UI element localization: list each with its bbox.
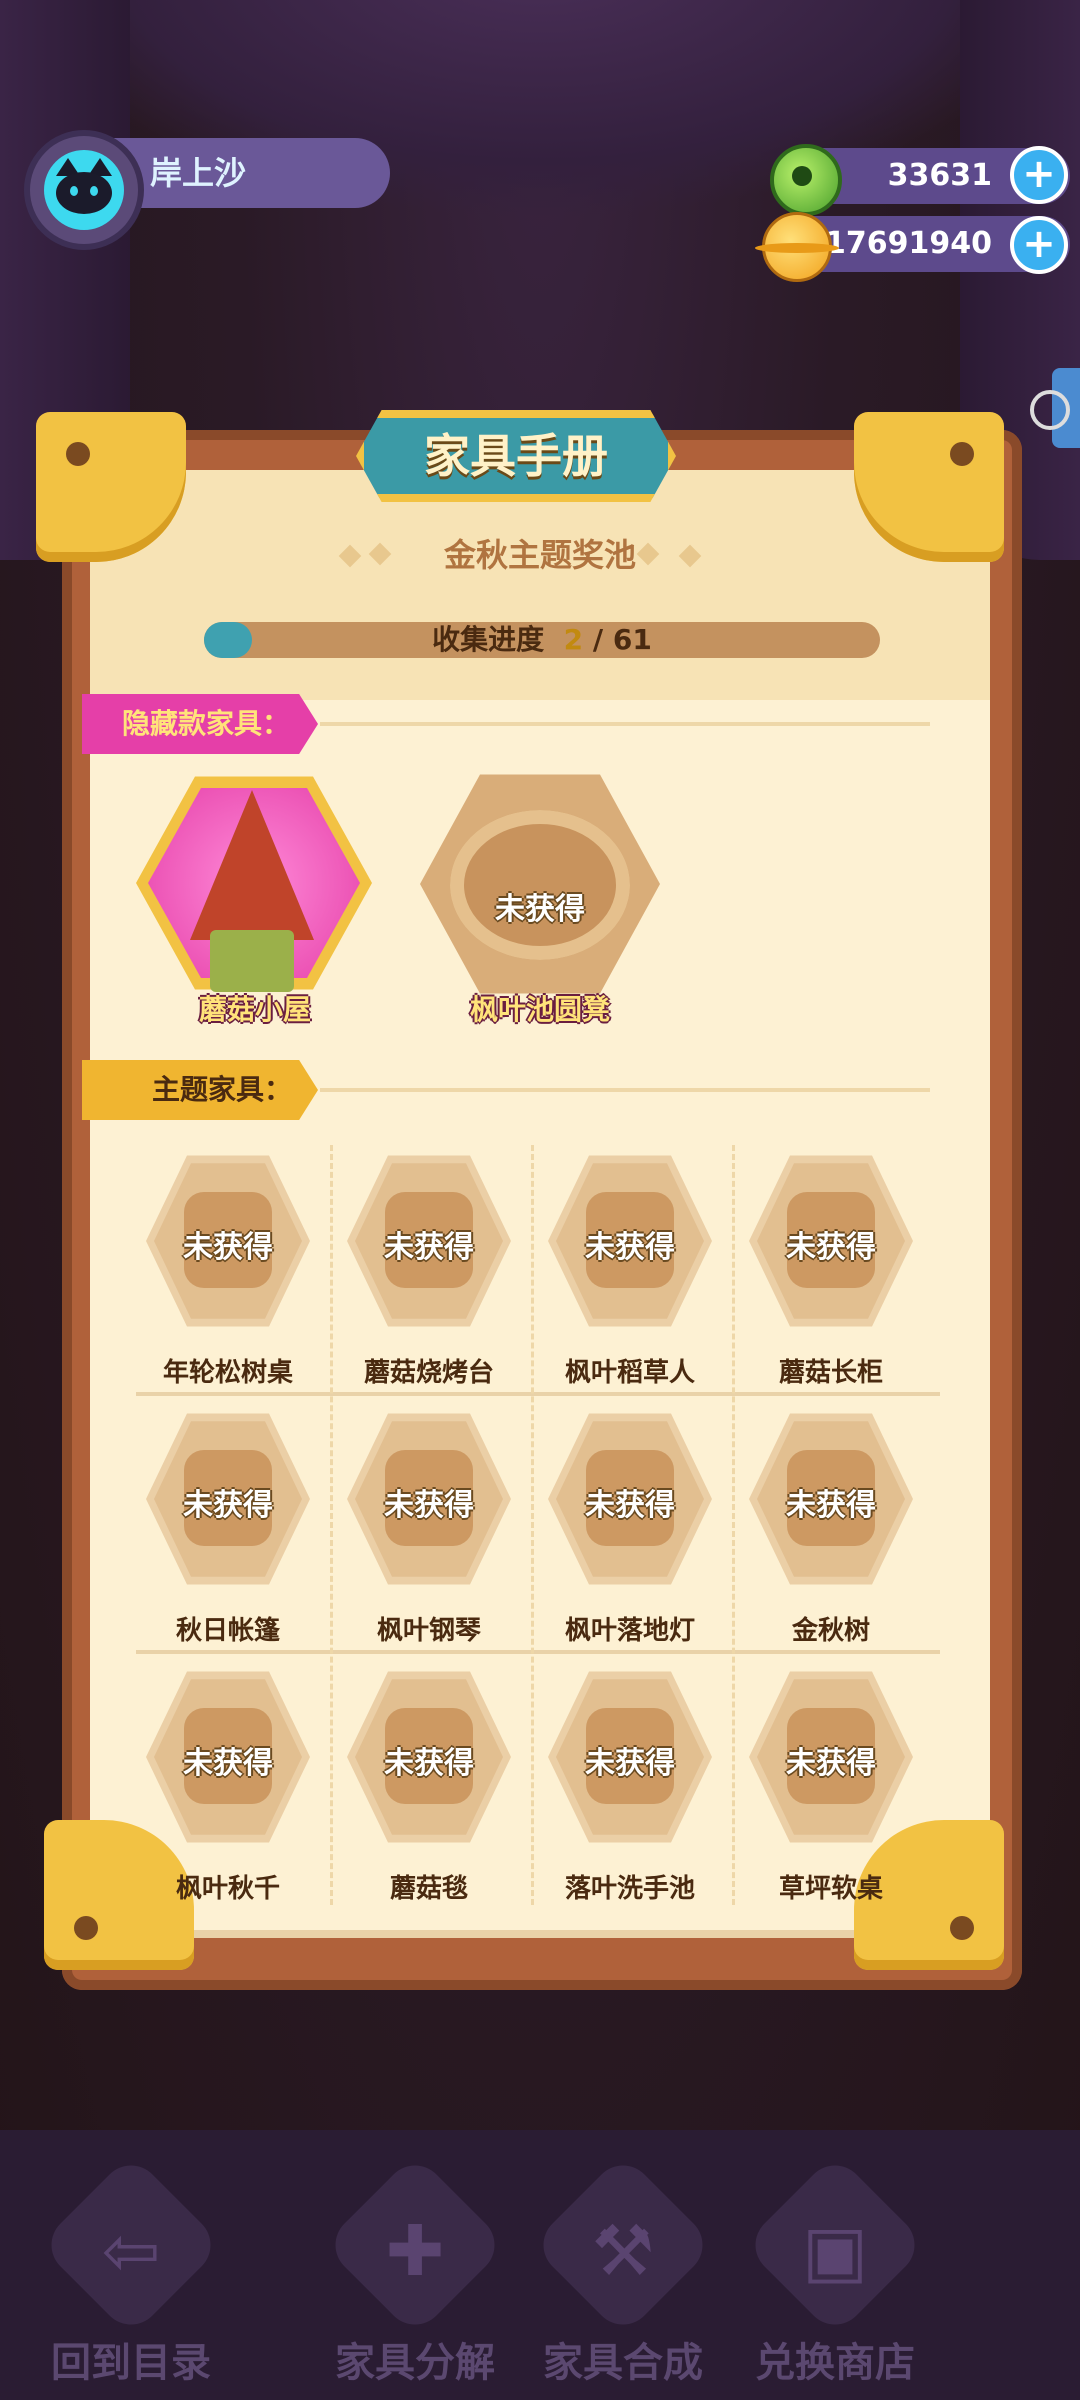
- column-divider: [330, 1145, 333, 1905]
- theme-section-label: 主题家具：: [82, 1060, 318, 1120]
- progress-label: 收集进度 2 / 61: [432, 623, 652, 656]
- section-divider: [320, 722, 930, 726]
- furniture-item[interactable]: 未获得 年轮松树桌: [126, 1152, 326, 1402]
- green-donut-coin-icon: [770, 144, 842, 216]
- cat-avatar-icon: [44, 150, 124, 230]
- furniture-name: 枫叶秋千: [175, 1874, 280, 1904]
- furniture-name: 枫叶落地灯: [564, 1616, 695, 1646]
- furniture-name: 枫叶钢琴: [376, 1616, 481, 1646]
- mushroom-house-icon: [190, 790, 314, 940]
- book-page-header: [90, 470, 990, 700]
- furniture-name: 草坪软桌: [778, 1874, 883, 1904]
- back-to-catalog-button[interactable]: ⇦ 回到目录: [36, 2153, 226, 2390]
- player-name: 岸上沙: [110, 138, 390, 208]
- furniture-item[interactable]: 未获得 金秋树: [729, 1410, 929, 1660]
- column-divider: [732, 1145, 735, 1905]
- row-divider: [136, 1650, 940, 1654]
- add-green-currency-button[interactable]: +: [1010, 146, 1068, 204]
- furniture-name: 蘑菇毯: [389, 1874, 468, 1904]
- exchange-shop-button[interactable]: ▣ 兑换商店: [740, 2153, 930, 2390]
- furniture-item[interactable]: 未获得 枫叶落地灯: [528, 1410, 728, 1660]
- furniture-name: 秋日帐篷: [175, 1616, 280, 1646]
- furniture-name: 蘑菇烧烤台: [363, 1358, 494, 1388]
- furniture-item[interactable]: 未获得 草坪软桌: [729, 1668, 929, 1918]
- furniture-item[interactable]: 未获得 蘑菇长柜: [729, 1152, 929, 1402]
- gift-icon: ▣: [801, 2210, 869, 2292]
- furniture-name: 落叶洗手池: [564, 1874, 695, 1904]
- puzzle-icon: ✚: [385, 2210, 445, 2292]
- hidden-section-label: 隐藏款家具：: [82, 694, 318, 754]
- furniture-item[interactable]: 未获得 秋日帐篷: [126, 1410, 326, 1660]
- furniture-item[interactable]: 未获得 蘑菇烧烤台: [327, 1152, 527, 1402]
- furniture-name: 蘑菇长柜: [778, 1358, 883, 1388]
- column-divider: [531, 1145, 534, 1905]
- furniture-item[interactable]: 未获得 蘑菇毯: [327, 1668, 527, 1918]
- furniture-item[interactable]: 未获得 枫叶秋千: [126, 1668, 326, 1918]
- furniture-name: 年轮松树桌: [162, 1358, 293, 1388]
- furniture-craft-button[interactable]: ⚒ 家具合成: [528, 2153, 718, 2390]
- furniture-item[interactable]: 未获得 枫叶稻草人: [528, 1152, 728, 1402]
- avatar[interactable]: [24, 130, 144, 250]
- section-divider: [320, 1088, 930, 1092]
- hidden-item-name: 蘑菇小屋: [198, 993, 311, 1026]
- paperclip-icon: [1030, 390, 1070, 430]
- locked-status: 未获得: [495, 892, 585, 927]
- back-arrow-icon: ⇦: [101, 2210, 161, 2292]
- book-title: 家具手册: [356, 410, 676, 502]
- row-divider: [136, 1392, 940, 1396]
- furniture-name: 枫叶稻草人: [564, 1358, 695, 1388]
- mushroom-house-body: [210, 930, 294, 992]
- furniture-item[interactable]: 未获得 落叶洗手池: [528, 1668, 728, 1918]
- collection-progress-bar: 收集进度 2 / 61: [204, 622, 880, 658]
- add-gold-currency-button[interactable]: +: [1010, 216, 1068, 274]
- furniture-name: 金秋树: [791, 1616, 870, 1646]
- gold-planet-coin-icon: [755, 212, 839, 282]
- hammer-icon: ⚒: [591, 2210, 655, 2292]
- hidden-item-name: 枫叶池圆凳: [469, 993, 610, 1026]
- furniture-item[interactable]: 未获得 枫叶钢琴: [327, 1410, 527, 1660]
- furniture-decompose-button[interactable]: ✚ 家具分解: [320, 2153, 510, 2390]
